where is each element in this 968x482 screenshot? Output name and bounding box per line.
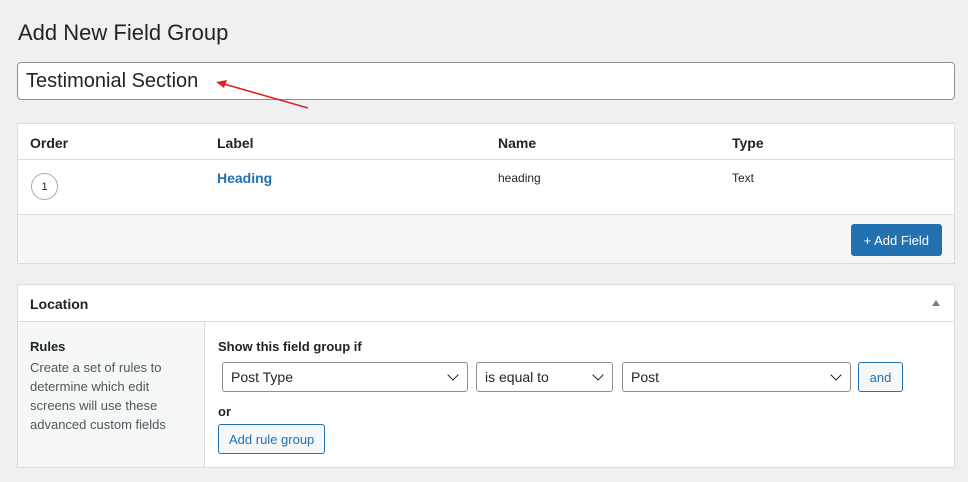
value-select-value: Post [631,369,660,385]
rules-description: Create a set of rules to determine which… [30,360,166,432]
page-title: Add New Field Group [18,20,229,45]
value-select[interactable]: Post [622,362,851,392]
field-type: Text [732,171,755,185]
collapse-arrow-icon[interactable] [932,300,940,306]
or-label: or [218,404,231,419]
add-rule-group-button[interactable]: Add rule group [218,424,326,454]
header-name: Name [498,135,537,151]
field-label-link[interactable]: Heading [217,170,272,186]
location-title: Location [30,296,89,312]
field-group-title-input[interactable] [17,62,955,100]
rules-title: Rules [30,339,66,354]
chevron-down-icon [830,369,842,381]
add-field-button[interactable]: + Add Field [850,224,942,256]
chevron-down-icon [592,369,604,381]
show-if-label: Show this field group if [218,339,362,354]
param-select[interactable]: Post Type [222,362,468,392]
rules-sidebar: Rules Create a set of rules to determine… [18,322,205,467]
fields-table-header: Order Label Name Type [18,124,954,160]
header-label: Label [217,135,254,151]
order-badge[interactable]: 1 [31,173,58,200]
chevron-down-icon [447,369,459,381]
and-button[interactable]: and [858,362,903,392]
location-header[interactable]: Location [18,285,954,322]
operator-select-value: is equal to [485,369,549,385]
fields-panel: Order Label Name Type 1 Heading heading … [17,123,955,264]
fields-footer: + Add Field [18,214,954,263]
field-row[interactable]: 1 Heading heading Text [18,160,954,215]
rules-main: Show this field group if Post Type is eq… [206,322,954,467]
annotation-arrow-icon [216,80,309,109]
header-order: Order [30,135,69,151]
operator-select[interactable]: is equal to [476,362,613,392]
param-select-value: Post Type [231,369,294,385]
location-panel: Location Rules Create a set of rules to … [17,284,955,468]
header-type: Type [732,135,764,151]
field-name: heading [498,171,541,185]
